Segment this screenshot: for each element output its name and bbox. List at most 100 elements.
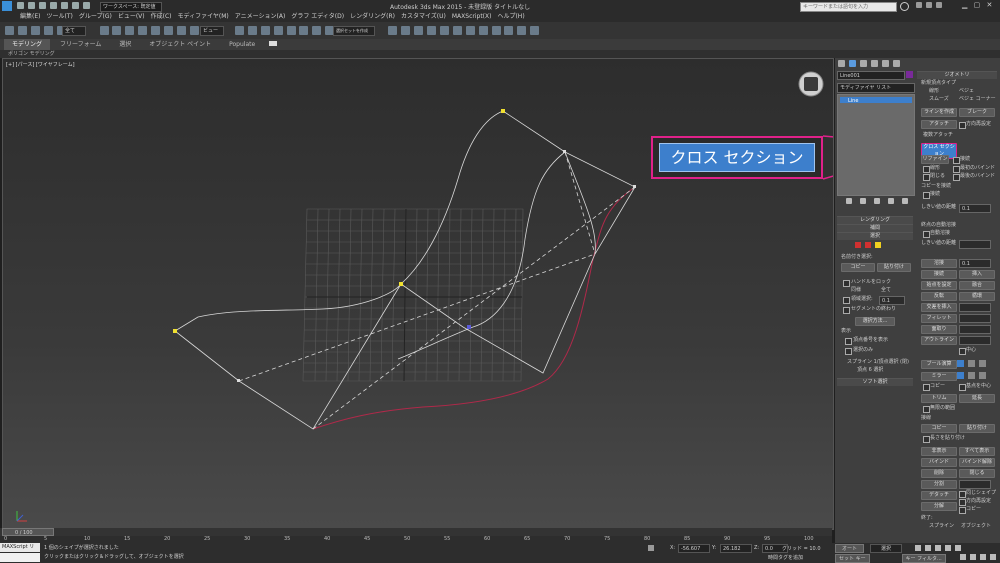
select-manipulate-icon[interactable] <box>247 26 257 35</box>
unlink-icon[interactable] <box>43 26 53 35</box>
favorites-icon[interactable] <box>925 2 932 8</box>
divide-button[interactable]: 分割 <box>921 480 957 489</box>
rectangular-selection-icon[interactable] <box>125 26 135 35</box>
divide-spinner[interactable] <box>959 480 991 489</box>
bind-last-checkbox[interactable] <box>953 174 960 181</box>
cross-insert-spinner[interactable] <box>959 303 991 312</box>
modify-tab-icon[interactable] <box>848 60 856 67</box>
closed-checkbox[interactable] <box>923 174 930 181</box>
auto-key-button[interactable]: オート <box>835 544 865 553</box>
selected-dropdown[interactable]: 選択 <box>869 544 902 553</box>
project-folder-icon[interactable] <box>82 2 90 9</box>
hide-button[interactable]: 非表示 <box>921 447 957 456</box>
play-icon[interactable] <box>934 545 941 551</box>
x-field[interactable]: -56.607 <box>678 544 710 553</box>
object-color-swatch[interactable] <box>906 71 913 78</box>
selection-copy-button[interactable]: コピー <box>841 263 875 272</box>
maximize-icon[interactable]: ▢ <box>974 1 981 9</box>
undo-toolbar-icon[interactable] <box>5 26 14 35</box>
configure-modifier-sets-icon[interactable] <box>901 198 908 204</box>
modifier-stack[interactable]: Line <box>837 94 915 196</box>
app-logo-icon[interactable] <box>2 1 12 11</box>
open-file-icon[interactable] <box>27 2 35 9</box>
pan-icon[interactable] <box>969 554 976 560</box>
material-editor-icon[interactable] <box>478 26 488 35</box>
mirror-copy-checkbox[interactable] <box>923 384 930 391</box>
chamfer-spinner[interactable] <box>959 325 991 334</box>
ribbon-tab-populate[interactable]: Populate <box>221 39 263 50</box>
ribbon-tab-selection[interactable]: 選択 <box>111 39 139 50</box>
trim-button[interactable]: トリム <box>921 394 957 403</box>
fillet-spinner[interactable] <box>959 314 991 323</box>
menu-item-1[interactable]: ツール(T) <box>46 12 72 22</box>
mirror-vertical-icon[interactable] <box>967 372 975 379</box>
tangent-copy-button[interactable]: コピー <box>921 424 957 433</box>
show-vertex-numbers-checkbox[interactable] <box>845 338 852 345</box>
vertex-mode-icon[interactable] <box>855 242 861 248</box>
render-iterative-icon[interactable] <box>530 26 540 35</box>
detach-copy-checkbox[interactable] <box>959 507 966 514</box>
break-button[interactable]: ブレーク <box>959 108 995 117</box>
intersection-icon[interactable] <box>978 360 986 367</box>
area-selection-checkbox[interactable] <box>843 297 850 304</box>
orbit-icon[interactable] <box>979 554 986 560</box>
lock-handles-checkbox[interactable] <box>843 280 850 287</box>
selection-paste-button[interactable]: 貼り付け <box>877 263 911 272</box>
ribbon-subtab-polygon-modeling[interactable]: ポリゴン モデリング <box>0 51 55 57</box>
y-field[interactable]: 26.182 <box>720 544 752 553</box>
make-first-button[interactable]: 始点を設定 <box>921 281 957 290</box>
select-by-button[interactable]: 選択方法... <box>855 317 895 326</box>
weld-button[interactable]: 溶接 <box>921 259 957 268</box>
select-by-name-icon[interactable] <box>112 26 122 35</box>
move-icon[interactable] <box>151 26 161 35</box>
all-radio-label[interactable]: 全て <box>881 287 891 294</box>
ribbon-tab-freeform[interactable]: フリーフォーム <box>52 39 109 50</box>
area-selection-spinner[interactable]: 0.1 <box>879 296 905 305</box>
outline-button[interactable]: アウトライン <box>921 336 957 345</box>
redo-icon[interactable] <box>60 2 68 9</box>
smooth-radio[interactable]: スムーズ <box>929 96 949 103</box>
connect-button[interactable]: 接続 <box>921 270 957 279</box>
motion-tab-icon[interactable] <box>870 60 878 67</box>
explode-objects-radio[interactable]: オブジェクト <box>961 523 991 530</box>
object-name-field[interactable]: Line001 <box>837 71 905 80</box>
show-end-result-icon[interactable] <box>859 198 866 204</box>
rollout-geometry[interactable]: ジオメトリ <box>917 71 997 79</box>
spline-mode-icon[interactable] <box>874 242 881 248</box>
linear-radio[interactable]: 線形 <box>929 88 939 95</box>
search-icon[interactable] <box>900 2 909 11</box>
snaps-toggle-icon[interactable] <box>273 26 283 35</box>
menu-item-2[interactable]: グループ(G) <box>79 12 112 22</box>
pivot-center-icon[interactable] <box>234 26 244 35</box>
keyboard-shortcut-icon[interactable] <box>260 26 270 35</box>
delete-button[interactable]: 削除 <box>921 469 957 478</box>
remove-modifier-icon[interactable] <box>887 198 894 204</box>
maximize-viewport-icon[interactable] <box>989 554 996 560</box>
rollout-rendering[interactable]: レンダリング <box>837 216 913 224</box>
select-object-icon[interactable] <box>99 26 109 35</box>
mirror-button[interactable]: ミラー <box>921 372 957 381</box>
undo-icon[interactable] <box>49 2 57 9</box>
extend-button[interactable]: 延長 <box>959 394 995 403</box>
redo-toolbar-icon[interactable] <box>17 26 27 35</box>
save-file-icon[interactable] <box>38 2 46 9</box>
spinner-snap-icon[interactable] <box>312 26 322 35</box>
attach-button[interactable]: アタッチ <box>921 120 957 129</box>
explode-splines-radio[interactable]: スプライン <box>929 523 954 530</box>
modifier-list-dropdown[interactable]: モディファイヤ リスト <box>837 83 915 93</box>
graphite-toolbar-icon[interactable] <box>439 26 449 35</box>
maxscript-input[interactable] <box>0 553 40 562</box>
rollout-selection[interactable]: 選択 <box>837 232 913 240</box>
schematic-view-icon[interactable] <box>465 26 475 35</box>
automatic-welding-checkbox[interactable] <box>923 231 930 238</box>
cycle-button[interactable]: 循環 <box>959 292 995 301</box>
maxscript-listener[interactable]: MAXScript リ <box>0 543 40 552</box>
menu-item-5[interactable]: モディファイヤ(M) <box>178 12 229 22</box>
center-checkbox[interactable] <box>959 348 966 355</box>
detach-button[interactable]: デタッチ <box>921 491 957 500</box>
menu-item-6[interactable]: アニメーション(A) <box>235 12 286 22</box>
union-icon[interactable] <box>957 360 964 367</box>
add-time-tag[interactable]: 時間タグを追加 <box>768 554 803 561</box>
reorient2-checkbox[interactable] <box>959 499 966 506</box>
go-to-end-icon[interactable] <box>954 545 961 551</box>
